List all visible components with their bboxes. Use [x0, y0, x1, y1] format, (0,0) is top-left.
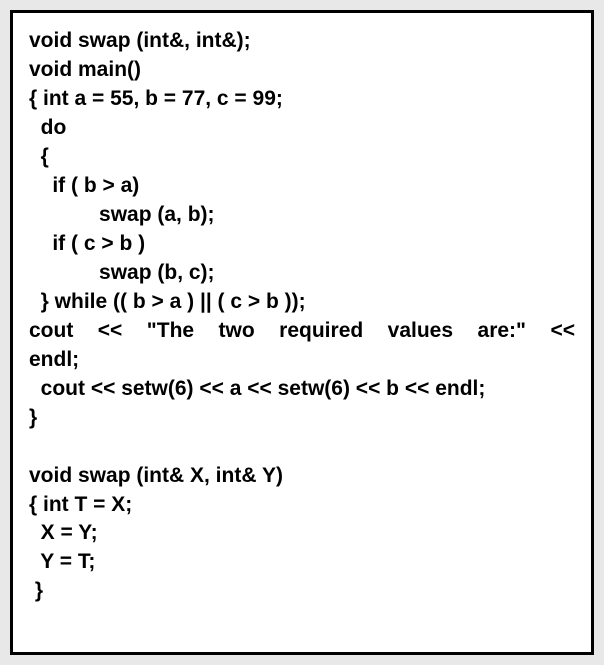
- code-line: do: [29, 114, 575, 143]
- code-line: void swap (int& X, int& Y): [29, 462, 575, 491]
- code-line: swap (b, c);: [29, 259, 575, 288]
- code-line: } while (( b > a ) || ( c > b ));: [29, 288, 575, 317]
- code-line: if ( c > b ): [29, 230, 575, 259]
- code-line: endl;: [29, 346, 575, 375]
- code-line: cout << setw(6) << a << setw(6) << b << …: [29, 375, 575, 404]
- code-line: cout << "The two required values are:" <…: [29, 317, 575, 346]
- code-line: X = Y;: [29, 519, 575, 548]
- code-line: { int a = 55, b = 77, c = 99;: [29, 85, 575, 114]
- code-line: {: [29, 143, 575, 172]
- code-line: }: [29, 404, 575, 433]
- code-line: { int T = X;: [29, 491, 575, 520]
- code-line: void main(): [29, 56, 575, 85]
- code-line: swap (a, b);: [29, 201, 575, 230]
- code-line: void swap (int&, int&);: [29, 27, 575, 56]
- code-line: Y = T;: [29, 548, 575, 577]
- blank-line: [29, 433, 575, 462]
- code-line: }: [29, 577, 575, 606]
- code-container: void swap (int&, int&); void main() { in…: [10, 10, 594, 655]
- code-line: if ( b > a): [29, 172, 575, 201]
